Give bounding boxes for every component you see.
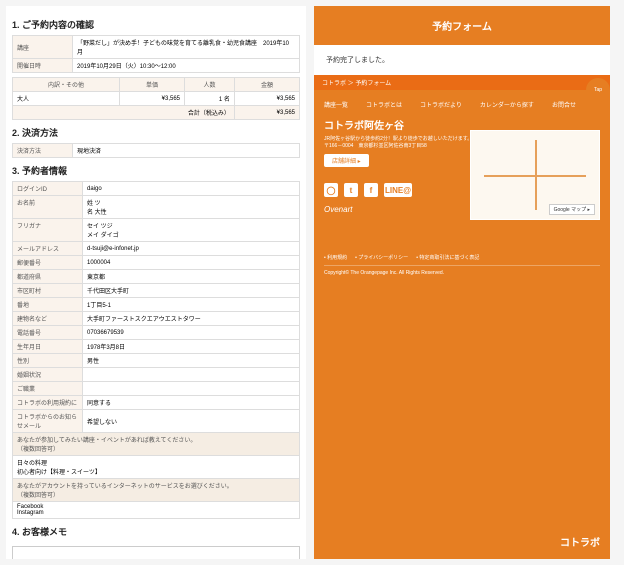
footer-links: • 利用規約 • プライバシーポリシー • 特定商取引法に基づく表記 (324, 254, 600, 261)
payment-table: 決済方法現地決済 (12, 143, 300, 158)
memo-textarea[interactable] (12, 546, 300, 559)
section-2-title: 2. 決済方法 (12, 126, 300, 139)
map-box: Google マップ ▸ (470, 130, 600, 220)
nav-about[interactable]: コトラボとは (366, 100, 402, 109)
google-map-button[interactable]: Google マップ ▸ (549, 204, 595, 215)
customer-info-table: ログインIDdaigoお名前姓 ツ 名 大性フリガナセイ ツジ メイ ダイゴメー… (12, 181, 300, 519)
nav-news[interactable]: コトラボだより (420, 100, 462, 109)
link-privacy[interactable]: • プライバシーポリシー (355, 254, 408, 261)
site-footer-area: Tap 講座一覧 コトラボとは コトラボだより カレンダーから探す お問合せ コ… (314, 90, 610, 559)
course-table: 講座「野菜だし」が決め手！子どもの味覚を育てる離乳食・幼児食講座 2019年10… (12, 35, 300, 73)
breakdown-table: 内訳・その他単価人数金額 大人¥3,5651 名¥3,565 合計（税込み）¥3… (12, 77, 300, 120)
link-sct[interactable]: • 特定商取引法に基づく表記 (416, 254, 479, 261)
breadcrumb: コトラボ ＞ 予約フォーム (314, 75, 610, 90)
instagram-icon[interactable]: ◯ (324, 183, 338, 197)
form-header: 予約フォーム (314, 6, 610, 45)
nav-contact[interactable]: お問合せ (552, 100, 576, 109)
completion-message: 予約完了しました。 (314, 45, 610, 75)
nav-calendar[interactable]: カレンダーから探す (480, 100, 534, 109)
section-1-title: 1. ご予約内容の確認 (12, 18, 300, 31)
twitter-icon[interactable]: t (344, 183, 358, 197)
facebook-icon[interactable]: f (364, 183, 378, 197)
nav-courses[interactable]: 講座一覧 (324, 100, 348, 109)
section-4-title: 4. お客様メモ (12, 525, 300, 538)
section-3-title: 3. 予約者情報 (12, 164, 300, 177)
footer-nav: 講座一覧 コトラボとは コトラボだより カレンダーから探す お問合せ (324, 100, 600, 109)
confirmation-panel: 予約フォーム 予約完了しました。 コトラボ ＞ 予約フォーム Tap 講座一覧 … (314, 6, 610, 559)
store-detail-button[interactable]: 店舗詳細 ▸ (324, 154, 369, 167)
brand-logo: コトラボ (560, 534, 600, 549)
copyright: Copyright© The Orangepage Inc. All Right… (324, 265, 600, 276)
tap-badge[interactable]: Tap (586, 78, 610, 102)
link-terms[interactable]: • 利用規約 (324, 254, 347, 261)
line-icon[interactable]: LINE@ (384, 183, 412, 197)
reservation-form-panel: 1. ご予約内容の確認 講座「野菜だし」が決め手！子どもの味覚を育てる離乳食・幼… (6, 6, 306, 559)
